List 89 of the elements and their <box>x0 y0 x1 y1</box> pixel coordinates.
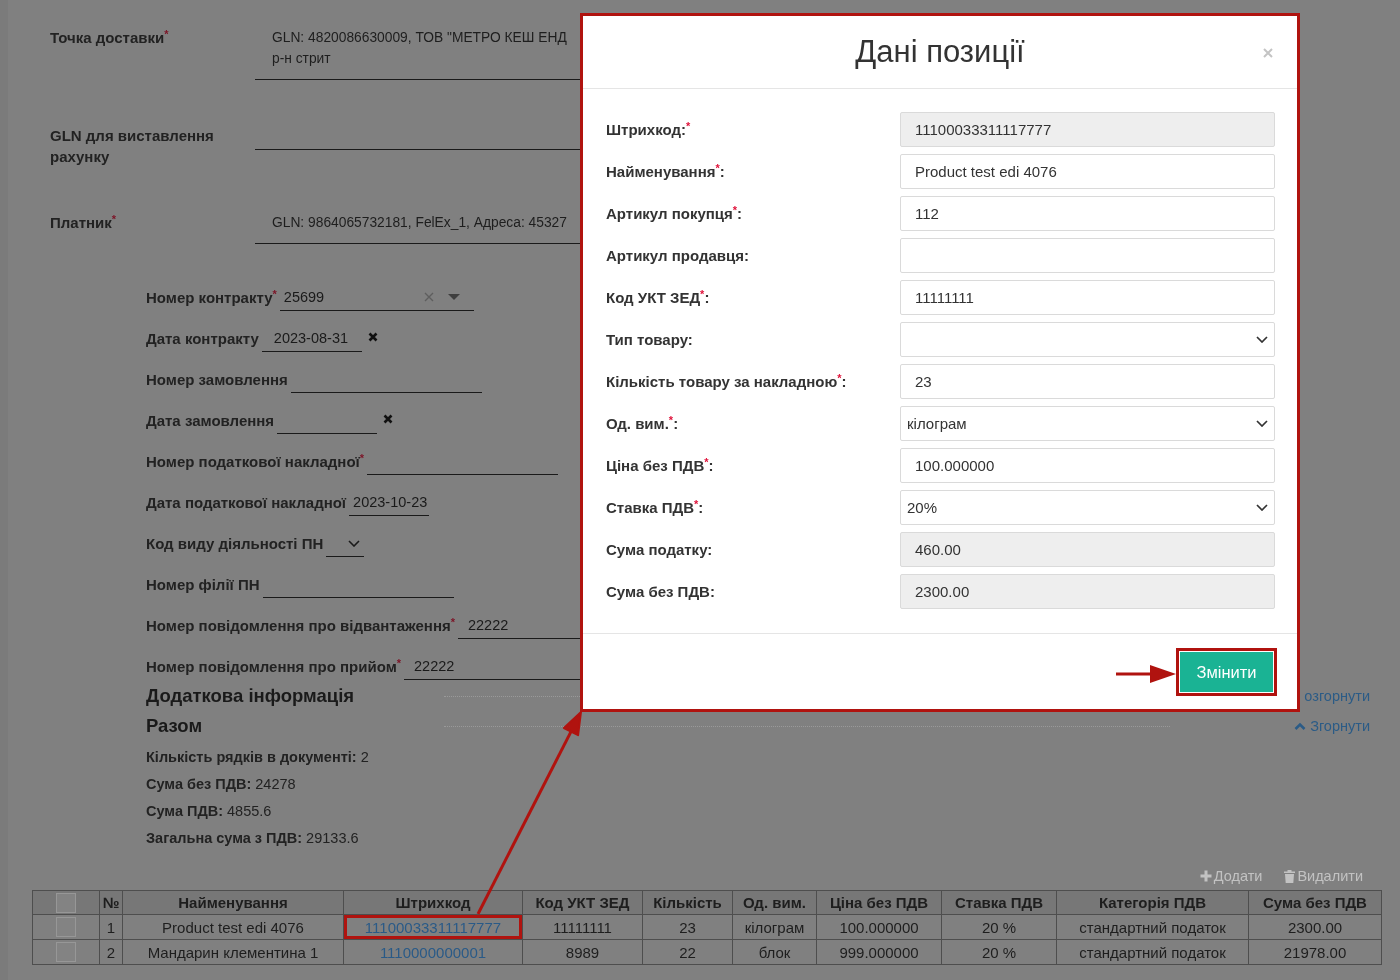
column-header: Ціна без ПДВ <box>816 890 942 915</box>
table-cell: 11111111 <box>522 914 643 940</box>
add-link[interactable]: Додати <box>1199 866 1263 886</box>
text-input[interactable] <box>900 238 1275 273</box>
field-label: Код виду діяльності ПН <box>146 534 324 554</box>
field-label: Код УКТ ЗЕД$^{*}$: <box>606 289 710 306</box>
text-input[interactable]: Product test edi 4076 <box>900 154 1275 189</box>
date-field[interactable]: 2023-10-23 <box>349 489 430 516</box>
field-label: Артикул продавця: <box>606 247 749 264</box>
summary-line: Сума без ПДВ: 24278 <box>146 775 296 794</box>
field-label: Платник$^{*}$ <box>50 212 117 233</box>
column-header: Найменування <box>122 890 344 915</box>
text-input[interactable]: 460.00 <box>900 532 1275 567</box>
section-heading: Додаткова інформація <box>146 684 355 708</box>
column-header: Од. вим. <box>732 890 817 915</box>
table-cell: 100.000000 <box>816 914 942 940</box>
field-label: Кількість товару за накладною$^{*}$: <box>606 373 847 390</box>
checkbox[interactable] <box>56 892 76 913</box>
text-input[interactable]: 2300.00 <box>900 574 1275 609</box>
field-label: Номер контракту$^{*}$ <box>146 287 277 308</box>
field-label: Ставка ПДВ$^{*}$: <box>606 499 704 516</box>
field-label: Номер повідомлення про відвантаження$^{*}$ <box>146 615 455 636</box>
section-heading: Разом <box>146 714 203 738</box>
plus-icon <box>1199 870 1212 882</box>
chevron-down-icon <box>1256 504 1268 511</box>
summary-line: Загальна сума з ПДВ: 29133.6 <box>146 829 359 848</box>
select-field[interactable]: 20% <box>900 490 1275 525</box>
column-header: Сума без ПДВ <box>1248 890 1382 915</box>
chevron-down-icon <box>1256 420 1268 427</box>
clear-icon[interactable] <box>367 332 378 342</box>
table-cell: 2300.00 <box>1248 914 1382 940</box>
table-cell: 8989 <box>522 939 643 965</box>
table-cell: 23 <box>642 914 733 940</box>
table-cell: Мандарин клементина 1 <box>122 939 344 965</box>
field-label: Точка доставки$^{*}$ <box>50 27 169 48</box>
table-cell: 21978.00 <box>1248 939 1382 965</box>
chevron-up-icon <box>1294 722 1307 730</box>
table-cell: стандартний податок <box>1056 939 1249 965</box>
text-input[interactable]: 100.000000 <box>900 448 1275 483</box>
field-label: Сума податку: <box>606 541 713 558</box>
column-header: Штрихкод <box>343 890 523 915</box>
field-label: Номер податкової накладної$^{*}$ <box>146 451 365 472</box>
field-label: Дата контракту <box>146 329 259 349</box>
table-cell: 2 <box>99 939 123 965</box>
table-cell: 999.000000 <box>816 939 942 965</box>
select-field[interactable]: кілограм <box>900 406 1275 441</box>
table-cell: кілограм <box>732 914 817 940</box>
date-field[interactable]: 2023-08-31 <box>261 325 362 352</box>
column-header: № <box>99 890 123 915</box>
field-label: Сума без ПДВ: <box>606 583 715 600</box>
field-label: Ціна без ПДВ$^{*}$: <box>606 457 714 474</box>
text-input[interactable]: 112 <box>900 196 1275 231</box>
table-cell: 20 % <box>941 939 1057 965</box>
text-input[interactable]: 11100033311117777 <box>900 112 1275 147</box>
field-label: Од. вим.$^{*}$: <box>606 415 679 432</box>
clear-icon[interactable] <box>383 414 394 424</box>
field-label: Найменування$^{*}$: <box>606 163 725 180</box>
text-field[interactable]: GLN: 9864065732181, FelEx_1, Адреса: 45327 <box>255 212 580 244</box>
field-label: Номер філії ПН <box>146 575 260 595</box>
chevron-down-icon <box>1256 336 1268 343</box>
column-header: Кількість <box>642 890 733 915</box>
field-label: GLN для виставлення рахунку <box>50 126 215 167</box>
summary-line: Сума ПДВ: 4855.6 <box>146 802 272 821</box>
table-cell: 20 % <box>941 914 1057 940</box>
text-input[interactable]: 23 <box>900 364 1275 399</box>
column-header: Код УКТ ЗЕД <box>522 890 643 915</box>
table-cell: 22 <box>642 939 733 965</box>
column-header: Категорія ПДВ <box>1056 890 1249 915</box>
field-label: Штрихкод:$^{*}$ <box>606 121 691 138</box>
table-cell: Product test edi 4076 <box>122 914 344 940</box>
combo-field[interactable]: 25699 <box>279 284 474 311</box>
field-label: Номер замовлення <box>146 370 288 390</box>
field-label: Тип товару: <box>606 331 693 348</box>
trash-icon <box>1284 869 1296 883</box>
column-header: Ставка ПДВ <box>941 890 1057 915</box>
delete-link[interactable]: Видалити <box>1284 866 1363 886</box>
caret-down-icon[interactable] <box>447 294 460 300</box>
field-label: Дата замовлення <box>146 411 275 431</box>
text-input[interactable]: 11111111 <box>900 280 1275 315</box>
submit-button[interactable]: Змінити <box>1180 652 1273 692</box>
dialog-title: Дані позиції <box>855 33 1025 71</box>
table-cell: стандартний податок <box>1056 914 1249 940</box>
field-label: Артикул покупця$^{*}$: <box>606 205 743 222</box>
chevron-down-icon <box>348 539 361 547</box>
field-label: Номер повідомлення про прийом$^{*}$ <box>146 656 402 677</box>
field-label: Дата податкової накладної <box>146 493 347 513</box>
summary-line: Кількість рядків в документі: 2 <box>146 748 369 767</box>
table-cell: 1 <box>99 914 123 940</box>
table-cell: блок <box>732 939 817 965</box>
